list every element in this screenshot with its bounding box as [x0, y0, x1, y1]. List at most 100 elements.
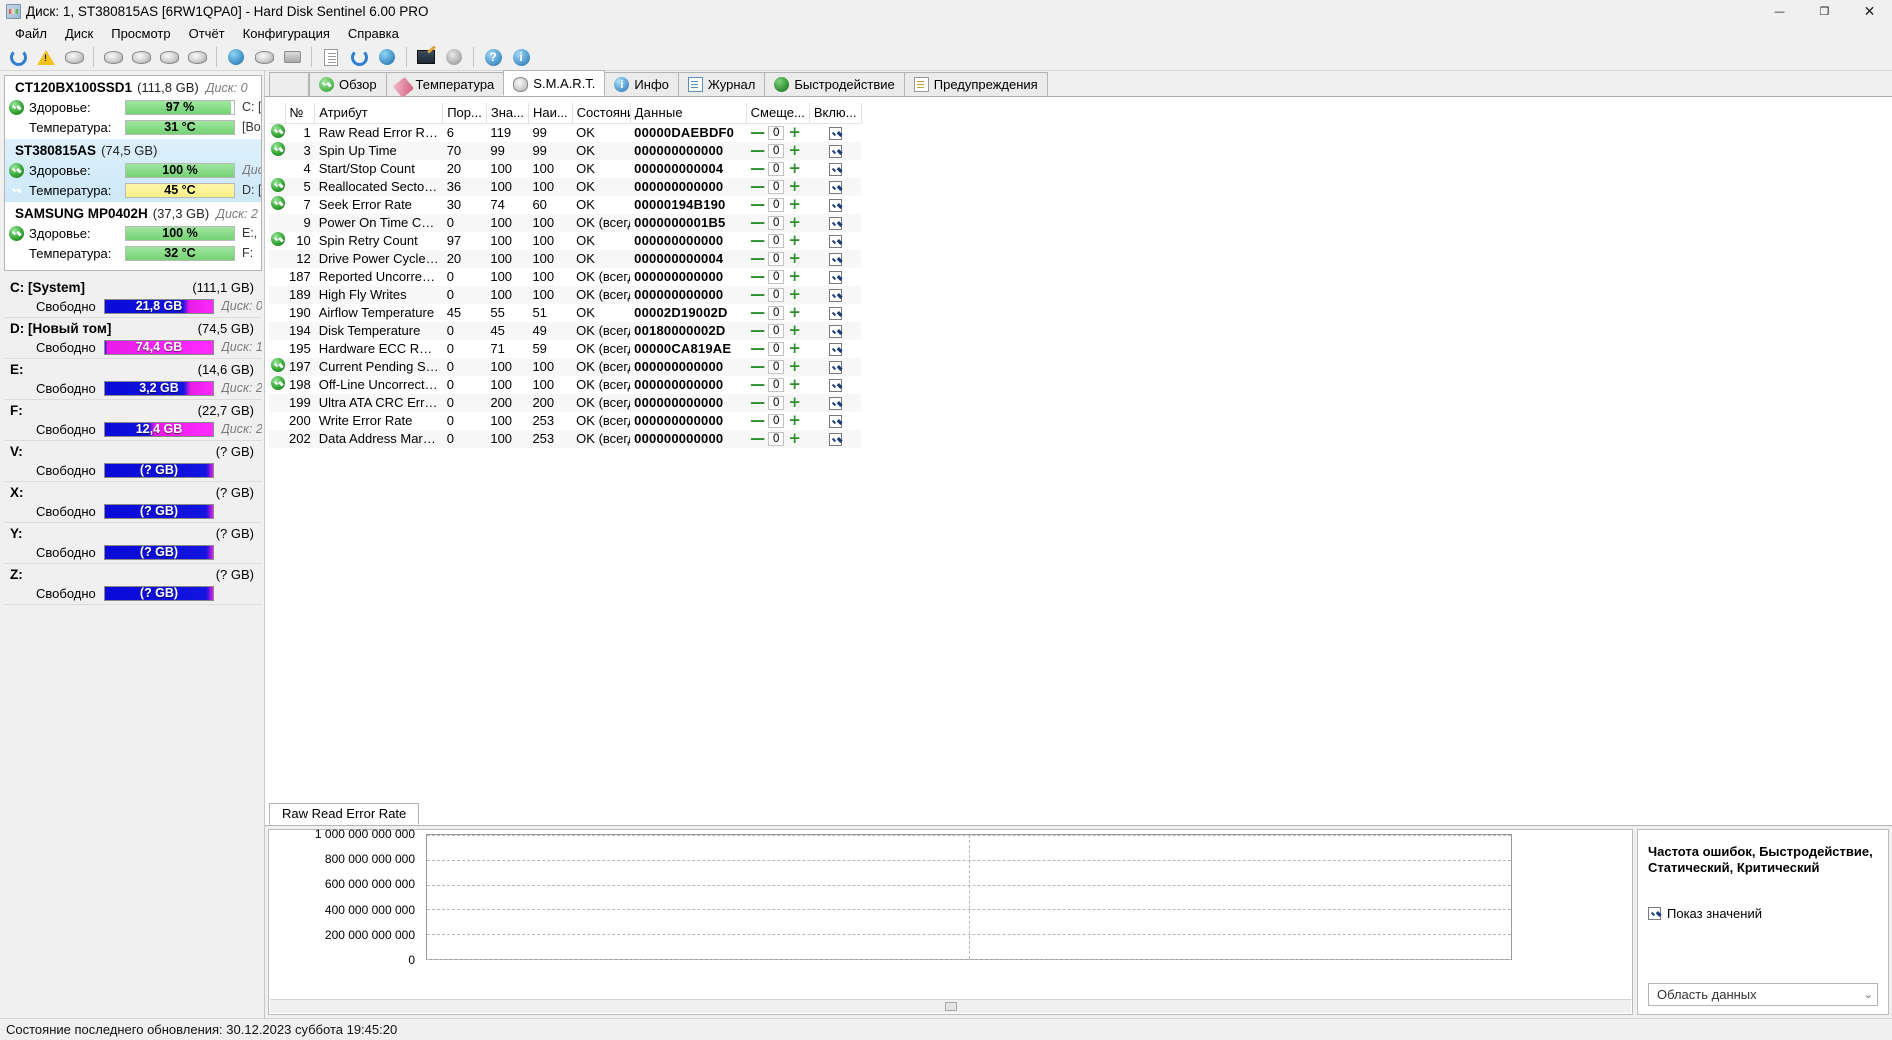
table-row[interactable]: 12Drive Power Cycle Count20100100OK00000…: [269, 249, 862, 268]
cell-offset[interactable]: —0 +: [746, 124, 809, 142]
disk-test-button[interactable]: [128, 45, 154, 69]
enabled-checkbox[interactable]: [828, 307, 842, 321]
offset-increase-button[interactable]: +: [787, 341, 802, 356]
offset-decrease-button[interactable]: —: [750, 215, 765, 230]
cell-enabled[interactable]: [809, 412, 861, 430]
volume-entry[interactable]: V: (? GB) Свободно (? GB): [4, 441, 262, 482]
enabled-checkbox[interactable]: [828, 235, 842, 249]
offset-value[interactable]: 0: [768, 269, 785, 284]
table-row[interactable]: 197Current Pending Sector...0100100OK (в…: [269, 357, 862, 376]
offset-decrease-button[interactable]: —: [750, 341, 765, 356]
maximize-button[interactable]: ❐: [1802, 0, 1847, 23]
table-row[interactable]: 3 Spin Up Time 70 99 99 OK 000000000000 —0 +: [269, 141, 862, 160]
volume-entry[interactable]: D: [Новый том] (74,5 GB) Свободно 74,4 GB Ди…: [4, 318, 262, 359]
offset-decrease-button[interactable]: —: [750, 197, 765, 212]
offset-value[interactable]: 0: [768, 287, 785, 302]
enabled-checkbox[interactable]: [828, 181, 842, 195]
offset-decrease-button[interactable]: —: [750, 233, 765, 248]
volume-list[interactable]: C: [System] (111,1 GB) Свободно 21,8 GB Диск…: [4, 277, 262, 605]
table-row[interactable]: 4 Start/Stop Count 20 100 100 OK 000000000004 —…: [269, 160, 861, 178]
cell-enabled[interactable]: [809, 322, 861, 340]
volume-entry[interactable]: F: (22,7 GB) Свободно 12,4 GB Диск: 2: [4, 400, 262, 441]
cell-enabled[interactable]: [809, 304, 861, 322]
th-worst[interactable]: Наи...: [528, 103, 573, 124]
tab-предупреждения[interactable]: Предупреждения: [903, 72, 1048, 96]
show-values-checkbox[interactable]: [1648, 907, 1661, 920]
menu-item-disk[interactable]: Диск: [56, 24, 102, 43]
offset-value[interactable]: 0: [768, 377, 785, 392]
offset-value[interactable]: 0: [768, 233, 785, 248]
offset-decrease-button[interactable]: —: [750, 143, 765, 158]
offset-value[interactable]: 0: [768, 431, 785, 446]
offset-increase-button[interactable]: +: [787, 269, 802, 284]
offset-decrease-button[interactable]: —: [750, 251, 765, 266]
offset-increase-button[interactable]: +: [787, 323, 802, 338]
enabled-checkbox[interactable]: [828, 163, 842, 177]
enabled-checkbox[interactable]: [828, 217, 842, 231]
offset-value[interactable]: 0: [768, 161, 785, 176]
enabled-checkbox[interactable]: [828, 433, 842, 447]
volume-entry[interactable]: E: (14,6 GB) Свободно 3,2 GB Диск: 2: [4, 359, 262, 400]
disk-health-button[interactable]: [156, 45, 182, 69]
offset-increase-button[interactable]: +: [787, 125, 802, 140]
menu-item-report[interactable]: Отчёт: [180, 24, 234, 43]
offset-decrease-button[interactable]: —: [750, 431, 765, 446]
table-row[interactable]: 199Ultra ATA CRC Error Co...0200200OK (в…: [269, 393, 862, 412]
enabled-checkbox[interactable]: [828, 127, 842, 141]
attribute-plot[interactable]: 0 200 000 000 000 400 000 000 000 600 000 0…: [268, 827, 1633, 1015]
menu-item-file[interactable]: Файл: [6, 24, 56, 43]
offset-value[interactable]: 0: [768, 179, 785, 194]
enabled-checkbox[interactable]: [828, 289, 842, 303]
about-button[interactable]: i: [508, 45, 534, 69]
enabled-checkbox[interactable]: [828, 343, 842, 357]
cell-offset[interactable]: —0 +: [746, 358, 809, 376]
cell-enabled[interactable]: [809, 160, 861, 178]
tab-журнал[interactable]: Журнал: [677, 72, 766, 96]
table-row[interactable]: 5Reallocated Sectors Co...36100100OK0000…: [269, 177, 862, 196]
cell-offset[interactable]: —0 +: [746, 376, 809, 394]
menu-item-view[interactable]: Просмотр: [102, 24, 179, 43]
th-state[interactable]: Состояние: [572, 103, 631, 124]
cell-enabled[interactable]: [809, 214, 861, 232]
cell-enabled[interactable]: [809, 358, 861, 376]
cell-offset[interactable]: —0 +: [746, 430, 809, 448]
offset-value[interactable]: 0: [768, 359, 785, 374]
cell-enabled[interactable]: [809, 376, 861, 394]
cell-offset[interactable]: —0 +: [746, 286, 809, 304]
enabled-checkbox[interactable]: [828, 415, 842, 429]
offset-increase-button[interactable]: +: [787, 305, 802, 320]
cell-offset[interactable]: —0 +: [746, 142, 809, 160]
enabled-checkbox[interactable]: [828, 379, 842, 393]
table-row[interactable]: 189High Fly Writes0100100OK (всегда...00…: [269, 285, 862, 304]
offset-decrease-button[interactable]: —: [750, 179, 765, 194]
table-row[interactable]: 190 Airflow Temperature 45 55 51 OK 00002D1900…: [269, 304, 861, 322]
disk-plain-button[interactable]: [184, 45, 210, 69]
offset-increase-button[interactable]: +: [787, 395, 802, 410]
enabled-checkbox[interactable]: [828, 199, 842, 213]
offset-decrease-button[interactable]: —: [750, 125, 765, 140]
offset-value[interactable]: 0: [768, 143, 785, 158]
enabled-checkbox[interactable]: [828, 253, 842, 267]
offset-increase-button[interactable]: +: [787, 413, 802, 428]
cell-enabled[interactable]: [809, 286, 861, 304]
offset-value[interactable]: 0: [768, 215, 785, 230]
offset-increase-button[interactable]: +: [787, 287, 802, 302]
offset-increase-button[interactable]: +: [787, 143, 802, 158]
cell-enabled[interactable]: [809, 430, 861, 448]
cell-offset[interactable]: —0 +: [746, 196, 809, 214]
cell-enabled[interactable]: [809, 232, 861, 250]
th-enabled[interactable]: Вклю...: [809, 103, 862, 124]
printer-button[interactable]: [279, 45, 305, 69]
offset-decrease-button[interactable]: —: [750, 377, 765, 392]
minimize-button[interactable]: —: [1757, 0, 1802, 23]
report-button[interactable]: [318, 45, 344, 69]
table-row[interactable]: 7 Seek Error Rate 30 74 60 OK 00000194B190 —0 +: [269, 196, 861, 214]
tab-s-m-a-r-t[interactable]: S.M.A.R.T.: [503, 70, 606, 96]
offset-value[interactable]: 0: [768, 413, 785, 428]
disk-entry[interactable]: CT120BX100SSD1 (111,8 GB) Диск: 0 Здоровье:…: [5, 76, 261, 139]
offset-value[interactable]: 0: [768, 251, 785, 266]
th-value[interactable]: Зна...: [486, 103, 529, 124]
show-values-checkbox-row[interactable]: Показ значений: [1648, 906, 1878, 921]
alerts-button[interactable]: [33, 45, 59, 69]
th-threshold[interactable]: Пор...: [442, 103, 487, 124]
